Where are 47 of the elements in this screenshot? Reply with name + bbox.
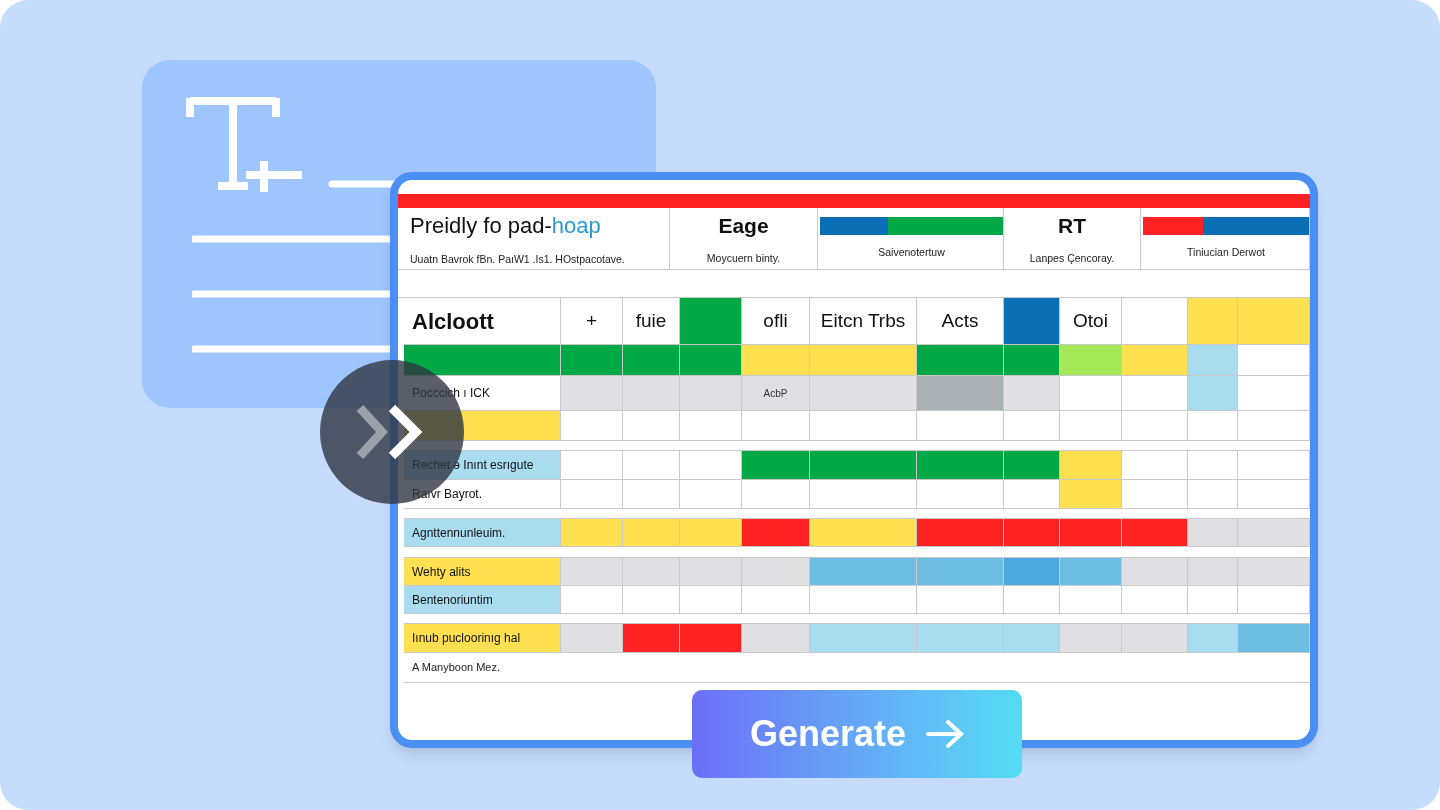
table-cell xyxy=(1122,411,1188,441)
table-cell xyxy=(1238,376,1310,411)
header-title: Eage xyxy=(717,212,770,239)
row-label: Bentenoriuntim xyxy=(404,586,561,614)
footer-note: A Manyboon Mez. xyxy=(412,660,501,676)
table-cell xyxy=(1060,376,1122,411)
table-cell xyxy=(623,586,680,614)
header-subtitle: Lanpes Çencoray. xyxy=(1028,251,1116,267)
table-cell xyxy=(1188,480,1238,509)
row-label: Agnttennunleuim. xyxy=(404,519,561,547)
color-cell: AcbP xyxy=(742,376,810,411)
table-cell xyxy=(623,411,680,441)
table-cell xyxy=(1238,480,1310,509)
table-cell xyxy=(742,586,810,614)
arrow-right-icon xyxy=(926,719,965,749)
table-cell xyxy=(742,411,810,441)
table-cell xyxy=(1238,411,1310,441)
table-cell xyxy=(1060,586,1122,614)
table-cell xyxy=(561,586,623,614)
table-cell xyxy=(1122,376,1188,411)
table-cell xyxy=(1238,586,1310,614)
table-cell xyxy=(680,586,742,614)
table-cell xyxy=(1122,586,1188,614)
header-title: Preidly fo pad-hoap xyxy=(409,212,602,241)
table-cell xyxy=(1238,345,1310,376)
table-cell xyxy=(1188,586,1238,614)
header-subtitle: Moycuern binty. xyxy=(705,251,782,267)
add-text-icon xyxy=(186,95,304,192)
table-cell xyxy=(623,480,680,509)
table-cell xyxy=(1188,411,1238,441)
generate-button[interactable]: Generate xyxy=(692,690,1022,778)
table-cell xyxy=(1004,480,1060,509)
table-cell xyxy=(1004,411,1060,441)
table-cell xyxy=(1004,586,1060,614)
header-title: RT xyxy=(1057,212,1087,239)
table-cell xyxy=(680,411,742,441)
header-subtitle: Tiniucian Derwot xyxy=(1186,244,1266,260)
table-cell xyxy=(742,480,810,509)
table-cell xyxy=(561,411,623,441)
table-cell xyxy=(1060,411,1122,441)
header-subtitle: Saivenotertuw xyxy=(877,244,946,260)
row-label: Iınub pucloorinıg hal xyxy=(404,624,561,653)
row-label: Wehty alits xyxy=(404,558,561,586)
table-cell xyxy=(1122,480,1188,509)
table-cell xyxy=(680,480,742,509)
table-cell xyxy=(561,480,623,509)
header-subtitle: Uuatn Bavrok fBn. PaıW1 .Is1. HOstpacotave. xyxy=(409,252,626,268)
